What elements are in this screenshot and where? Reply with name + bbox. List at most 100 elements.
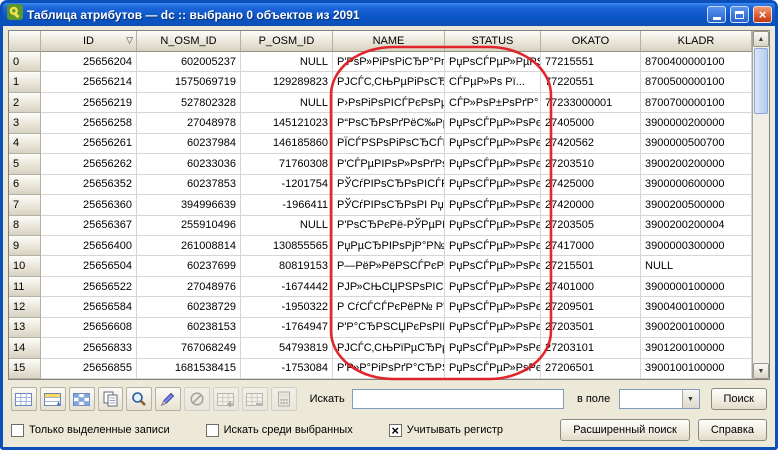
field-calculator-button[interactable]: [271, 387, 297, 411]
cell-name[interactable]: Р“РѕСЂРѕРґРёС‰РµРЅСЃ...: [333, 113, 445, 133]
cell-id[interactable]: 25656219: [41, 93, 137, 113]
cell-name[interactable]: РЎСѓРІРѕСЂРѕРІ РџРѕСЃРї...: [333, 195, 445, 215]
cell-kladr[interactable]: 8700700000100: [641, 93, 752, 113]
table-row[interactable]: 825656367255910496NULLР'РѕСЂРєРё-РЎРµРІР…: [9, 216, 752, 236]
cell-p_osm_id[interactable]: NULL: [241, 52, 333, 72]
cell-n_osm_id[interactable]: 27048976: [137, 277, 241, 297]
cell-id[interactable]: 25656367: [41, 216, 137, 236]
field-selector-combobox[interactable]: ▼: [619, 389, 699, 409]
cell-okato[interactable]: 27417000: [541, 236, 641, 256]
cell-name[interactable]: РЈР»СЊСЏРЅРѕРІСЃРєРё...: [333, 277, 445, 297]
table-row[interactable]: 132565660860238153-1764947Р'Р°СЂРЅСЏРєРѕ…: [9, 318, 752, 338]
table-row[interactable]: 5256562626023303671760308Р'СЃРµРІРѕР»РѕР…: [9, 154, 752, 174]
row-number-header[interactable]: 5: [9, 154, 41, 174]
zoom-to-selection-button[interactable]: [126, 387, 152, 411]
row-number-header[interactable]: 13: [9, 318, 41, 338]
column-header-p_osm_id[interactable]: P_OSM_ID: [241, 31, 333, 52]
cell-okato[interactable]: 77220551: [541, 72, 641, 92]
column-header-okato[interactable]: OKATO: [541, 31, 641, 52]
cell-kladr[interactable]: 3900000200000: [641, 113, 752, 133]
cell-n_osm_id[interactable]: 60237699: [137, 256, 241, 276]
cell-name[interactable]: Р›РѕРіРѕРІСЃРєРѕРµ...: [333, 93, 445, 113]
cell-status[interactable]: РџРѕСЃРµР»РѕРє: [445, 256, 541, 276]
cell-name[interactable]: Р'Р°СЂРЅСЏРєРѕРІРѕ: [333, 318, 445, 338]
cell-p_osm_id[interactable]: -1753084: [241, 359, 333, 379]
copy-selected-rows-button[interactable]: [98, 387, 124, 411]
cell-status[interactable]: РџРѕСЃРµР»РѕРє: [445, 216, 541, 236]
table-row[interactable]: 42565626160237984146185860РЇСЃРЅРѕРіРѕСЂ…: [9, 134, 752, 154]
cell-n_osm_id[interactable]: 1681538415: [137, 359, 241, 379]
cell-name[interactable]: Р'Р»Р°РіРѕРґР°СЂРЅРѕ...: [333, 359, 445, 379]
cell-id[interactable]: 25656214: [41, 72, 137, 92]
cell-n_osm_id[interactable]: 527802328: [137, 93, 241, 113]
scroll-up-button[interactable]: ▲: [753, 31, 769, 47]
cell-status[interactable]: РџРѕСЃРµР»РѕРє: [445, 359, 541, 379]
cell-kladr[interactable]: 3900200200000: [641, 154, 752, 174]
delete-column-button[interactable]: [242, 387, 268, 411]
cell-status[interactable]: РџРѕСЃРµР»РѕРє: [445, 277, 541, 297]
cell-okato[interactable]: 27206501: [541, 359, 641, 379]
row-number-header[interactable]: 12: [9, 297, 41, 317]
cell-kladr[interactable]: 3900000600000: [641, 175, 752, 195]
cell-okato[interactable]: 27215501: [541, 256, 641, 276]
cell-kladr[interactable]: 8700500000100: [641, 72, 752, 92]
cell-n_osm_id[interactable]: 27048978: [137, 113, 241, 133]
table-row[interactable]: 025656204602005237NULLР'РѕР»РіРѕРіСЂР°Рґ…: [9, 52, 752, 72]
new-column-button[interactable]: [213, 387, 239, 411]
cell-id[interactable]: 25656360: [41, 195, 137, 215]
cell-kladr[interactable]: NULL: [641, 256, 752, 276]
cell-okato[interactable]: 27425000: [541, 175, 641, 195]
cell-status[interactable]: РџРѕСЃРµР»РѕРє Рі...: [445, 134, 541, 154]
table-row[interactable]: 225656219527802328NULLР›РѕРіРѕРІСЃРєРѕРµ…: [9, 93, 752, 113]
column-header-status[interactable]: STATUS: [445, 31, 541, 52]
scrollbar-thumb[interactable]: [754, 48, 768, 114]
search-input[interactable]: [352, 389, 564, 409]
row-number-header[interactable]: 9: [9, 236, 41, 256]
row-number-header[interactable]: 1: [9, 72, 41, 92]
cell-name[interactable]: Р'РѕСЂРєРё-РЎРµРІРµСЂРЅ: [333, 216, 445, 236]
cell-p_osm_id[interactable]: 71760308: [241, 154, 333, 174]
cell-status[interactable]: РџРѕСЃРµР»РѕРє: [445, 338, 541, 358]
row-number-header[interactable]: 4: [9, 134, 41, 154]
scroll-down-button[interactable]: ▼: [753, 363, 769, 379]
table-corner-button[interactable]: [9, 31, 41, 52]
cell-id[interactable]: 25656504: [41, 256, 137, 276]
cell-okato[interactable]: 27405000: [541, 113, 641, 133]
cell-okato[interactable]: 27203505: [541, 216, 641, 236]
cell-p_osm_id[interactable]: 145121023: [241, 113, 333, 133]
cell-n_osm_id[interactable]: 1575069719: [137, 72, 241, 92]
cell-okato[interactable]: 27203101: [541, 338, 641, 358]
cell-id[interactable]: 25656352: [41, 175, 137, 195]
table-row[interactable]: 112565652227048976-1674442РЈР»СЊСЏРЅРѕРІ…: [9, 277, 752, 297]
cell-status[interactable]: СЃР»РѕР±РѕРґР°: [445, 93, 541, 113]
cell-p_osm_id[interactable]: NULL: [241, 216, 333, 236]
checkbox-1[interactable]: Только выделенные записи: [11, 424, 170, 437]
row-number-header[interactable]: 0: [9, 52, 41, 72]
cell-status[interactable]: РџРѕСЃРµР»РѕРє: [445, 236, 541, 256]
checkbox-box[interactable]: [206, 424, 219, 437]
cell-n_osm_id[interactable]: 60238153: [137, 318, 241, 338]
row-number-header[interactable]: 6: [9, 175, 41, 195]
column-header-id[interactable]: ID▽: [41, 31, 137, 52]
cell-id[interactable]: 25656833: [41, 338, 137, 358]
cell-n_osm_id[interactable]: 60238729: [137, 297, 241, 317]
cell-kladr[interactable]: 3900000500700: [641, 134, 752, 154]
cell-name[interactable]: РЇСЃРЅРѕРіРѕСЂСЃРєРёР№...: [333, 134, 445, 154]
table-row[interactable]: 925656400261008814130855565РџРµСЂРІРѕРјР…: [9, 236, 752, 256]
table-row[interactable]: 62565635260237853-1201754РЎСѓРІРѕСЂРѕРІС…: [9, 175, 752, 195]
cell-n_osm_id[interactable]: 60237984: [137, 134, 241, 154]
cell-id[interactable]: 25656261: [41, 134, 137, 154]
invert-selection-button[interactable]: [69, 387, 95, 411]
cell-id[interactable]: 25656204: [41, 52, 137, 72]
row-number-header[interactable]: 8: [9, 216, 41, 236]
row-number-header[interactable]: 11: [9, 277, 41, 297]
row-number-header[interactable]: 10: [9, 256, 41, 276]
help-button[interactable]: Справка: [698, 419, 767, 441]
cell-okato[interactable]: 77233000001: [541, 93, 641, 113]
column-header-kladr[interactable]: KLADR: [641, 31, 752, 52]
cell-n_osm_id[interactable]: 394996639: [137, 195, 241, 215]
cell-p_osm_id[interactable]: 129289823: [241, 72, 333, 92]
cell-kladr[interactable]: 3901200100000: [641, 338, 752, 358]
cell-p_osm_id[interactable]: 130855565: [241, 236, 333, 256]
cell-status[interactable]: РџРѕСЃРµР»РѕРє: [445, 195, 541, 215]
